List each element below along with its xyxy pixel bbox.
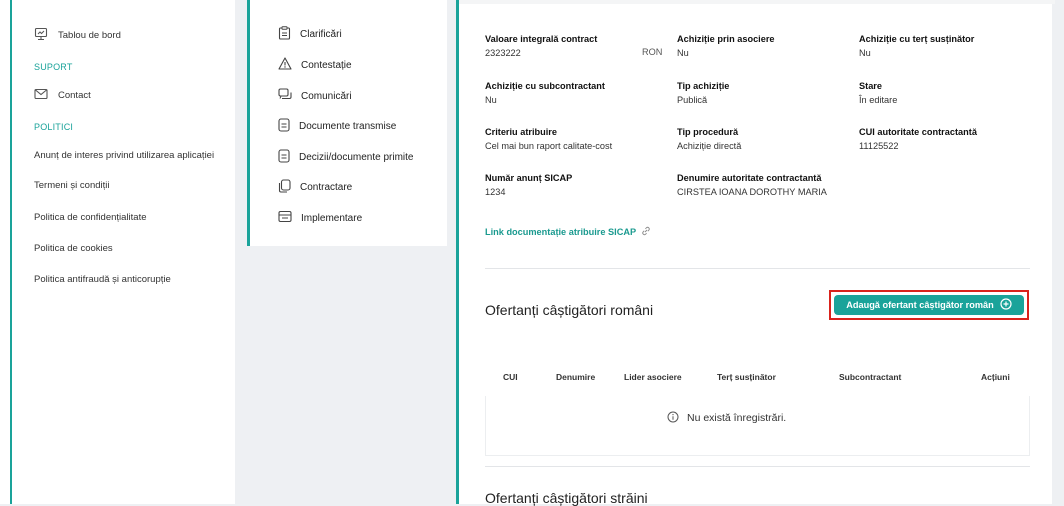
dashboard-icon (34, 27, 48, 44)
column-header-lider: Lider asociere (624, 372, 682, 382)
sidebar-item-label: Tablou de bord (58, 30, 121, 41)
field-value: Nu (677, 48, 689, 58)
section-divider (485, 268, 1030, 269)
field-procedura: Tip procedură Achiziție directă (677, 125, 741, 153)
field-value: 11125522 (859, 141, 899, 151)
romanian-winners-title: Ofertanți câștigători români (485, 302, 654, 318)
calendar-icon (278, 210, 292, 226)
warning-icon (278, 57, 292, 73)
field-value: Publică (677, 95, 708, 105)
sidebar-accent-line (10, 0, 12, 504)
field-criteriu: Criteriu atribuire Cel mai bun raport ca… (485, 125, 612, 153)
menu-item-label: Documente transmise (299, 121, 397, 132)
sicap-documentation-link[interactable]: Link documentație atribuire SICAP (485, 226, 651, 238)
currency-label: RON (642, 47, 663, 57)
menu-item-implementare[interactable]: Implementare (278, 210, 362, 226)
column-header-subcontractant: Subcontractant (839, 372, 902, 382)
field-label: CUI autoritate contractantă (859, 127, 977, 137)
button-label: Adaugă ofertant câștigător român (846, 300, 994, 310)
document-icon (278, 118, 290, 135)
menu-item-decizii[interactable]: Decizii/documente primite (278, 149, 414, 166)
link-usage-notice[interactable]: Anunț de interes privind utilizarea apli… (34, 150, 214, 161)
menu-item-label: Decizii/documente primite (299, 152, 414, 163)
add-romanian-winner-button[interactable]: Adaugă ofertant câștigător român (829, 290, 1029, 320)
field-tert: Achiziție cu terț susținător Nu (859, 32, 974, 60)
link-privacy[interactable]: Politica de confidențialitate (34, 212, 147, 223)
field-cui-autoritate: CUI autoritate contractantă 11125522 (859, 125, 977, 153)
support-heading: SUPORT (34, 62, 73, 72)
sidebar-item-label: Contact (58, 90, 91, 101)
field-value: Cel mai bun raport calitate-cost (485, 141, 613, 151)
link-icon (641, 226, 651, 238)
field-label: Denumire autoritate contractantă (677, 173, 822, 183)
plus-circle-icon (1000, 298, 1012, 312)
empty-message: Nu există înregistrări. (687, 412, 787, 424)
document-icon (278, 149, 290, 166)
field-label: Stare (859, 81, 882, 91)
field-asociere: Achiziție prin asociere Nu (677, 32, 775, 60)
contract-menu: Clarificări Contestație Comunicări Docum… (247, 0, 447, 246)
app-sidebar: Tablou de bord SUPORT Contact POLITICI A… (0, 0, 235, 504)
field-anunt-sicap: Număr anunț SICAP 1234 (485, 171, 572, 199)
menu-item-label: Clarificări (300, 29, 342, 40)
empty-state: Nu există înregistrări. (667, 398, 786, 438)
menu-item-contestatie[interactable]: Contestație (278, 57, 352, 73)
field-label: Valoare integrală contract (485, 34, 598, 44)
sidebar-item-dashboard[interactable]: Tablou de bord (34, 27, 121, 44)
policies-heading: POLITICI (34, 122, 74, 132)
mail-icon (34, 88, 48, 103)
sidebar-item-contact[interactable]: Contact (34, 88, 91, 103)
menu-item-contractare[interactable]: Contractare (278, 179, 352, 196)
field-label: Număr anunț SICAP (485, 173, 573, 183)
menu-item-clarificari[interactable]: Clarificări (278, 26, 342, 43)
menu-item-label: Comunicări (301, 90, 352, 102)
column-header-denumire: Denumire (556, 372, 596, 382)
column-header-cui: CUI (503, 372, 518, 382)
section-divider (485, 466, 1030, 467)
field-value: Nu (485, 95, 497, 105)
field-tip-achizitie: Tip achiziție Publică (677, 79, 729, 107)
link-label: Link documentație atribuire SICAP (485, 227, 637, 237)
contract-details-panel: Valoare integrală contract 2323222 RON A… (456, 0, 1055, 506)
field-label: Tip achiziție (677, 81, 730, 91)
field-value: Nu (859, 48, 871, 58)
field-value: 2323222 (485, 48, 521, 58)
menu-item-label: Contestație (301, 59, 352, 71)
copy-icon (278, 179, 291, 196)
field-value: Achiziție directă (677, 141, 742, 151)
link-antifraud[interactable]: Politica antifraudă și anticorupție (34, 274, 171, 285)
field-label: Achiziție cu subcontractant (485, 81, 605, 91)
field-denumire-autoritate: Denumire autoritate contractantă CIRSTEA… (677, 171, 827, 199)
menu-item-documente-transmise[interactable]: Documente transmise (278, 118, 396, 135)
field-label: Achiziție cu terț susținător (859, 34, 975, 44)
menu-item-comunicari[interactable]: Comunicări (278, 88, 352, 104)
info-icon (667, 411, 679, 426)
chat-icon (278, 88, 292, 104)
field-value: 1234 (485, 187, 506, 197)
menu-item-label: Contractare (300, 182, 353, 193)
column-header-actiuni: Acțiuni (981, 372, 1010, 382)
field-stare: Stare În editare (859, 79, 897, 107)
field-label: Tip procedură (677, 127, 739, 137)
field-label: Achiziție prin asociere (677, 34, 775, 44)
column-header-tert: Terț susținător (717, 372, 776, 382)
field-subcontractant: Achiziție cu subcontractant Nu (485, 79, 605, 107)
clipboard-icon (278, 26, 291, 43)
field-valoare: Valoare integrală contract 2323222 (485, 32, 597, 60)
field-value: CIRSTEA IOANA DOROTHY MARIA (677, 187, 827, 197)
link-terms[interactable]: Termeni și condiții (34, 180, 110, 191)
field-value: În editare (859, 95, 898, 105)
field-label: Criteriu atribuire (485, 127, 557, 137)
link-cookies[interactable]: Politica de cookies (34, 243, 113, 254)
menu-item-label: Implementare (301, 212, 363, 224)
